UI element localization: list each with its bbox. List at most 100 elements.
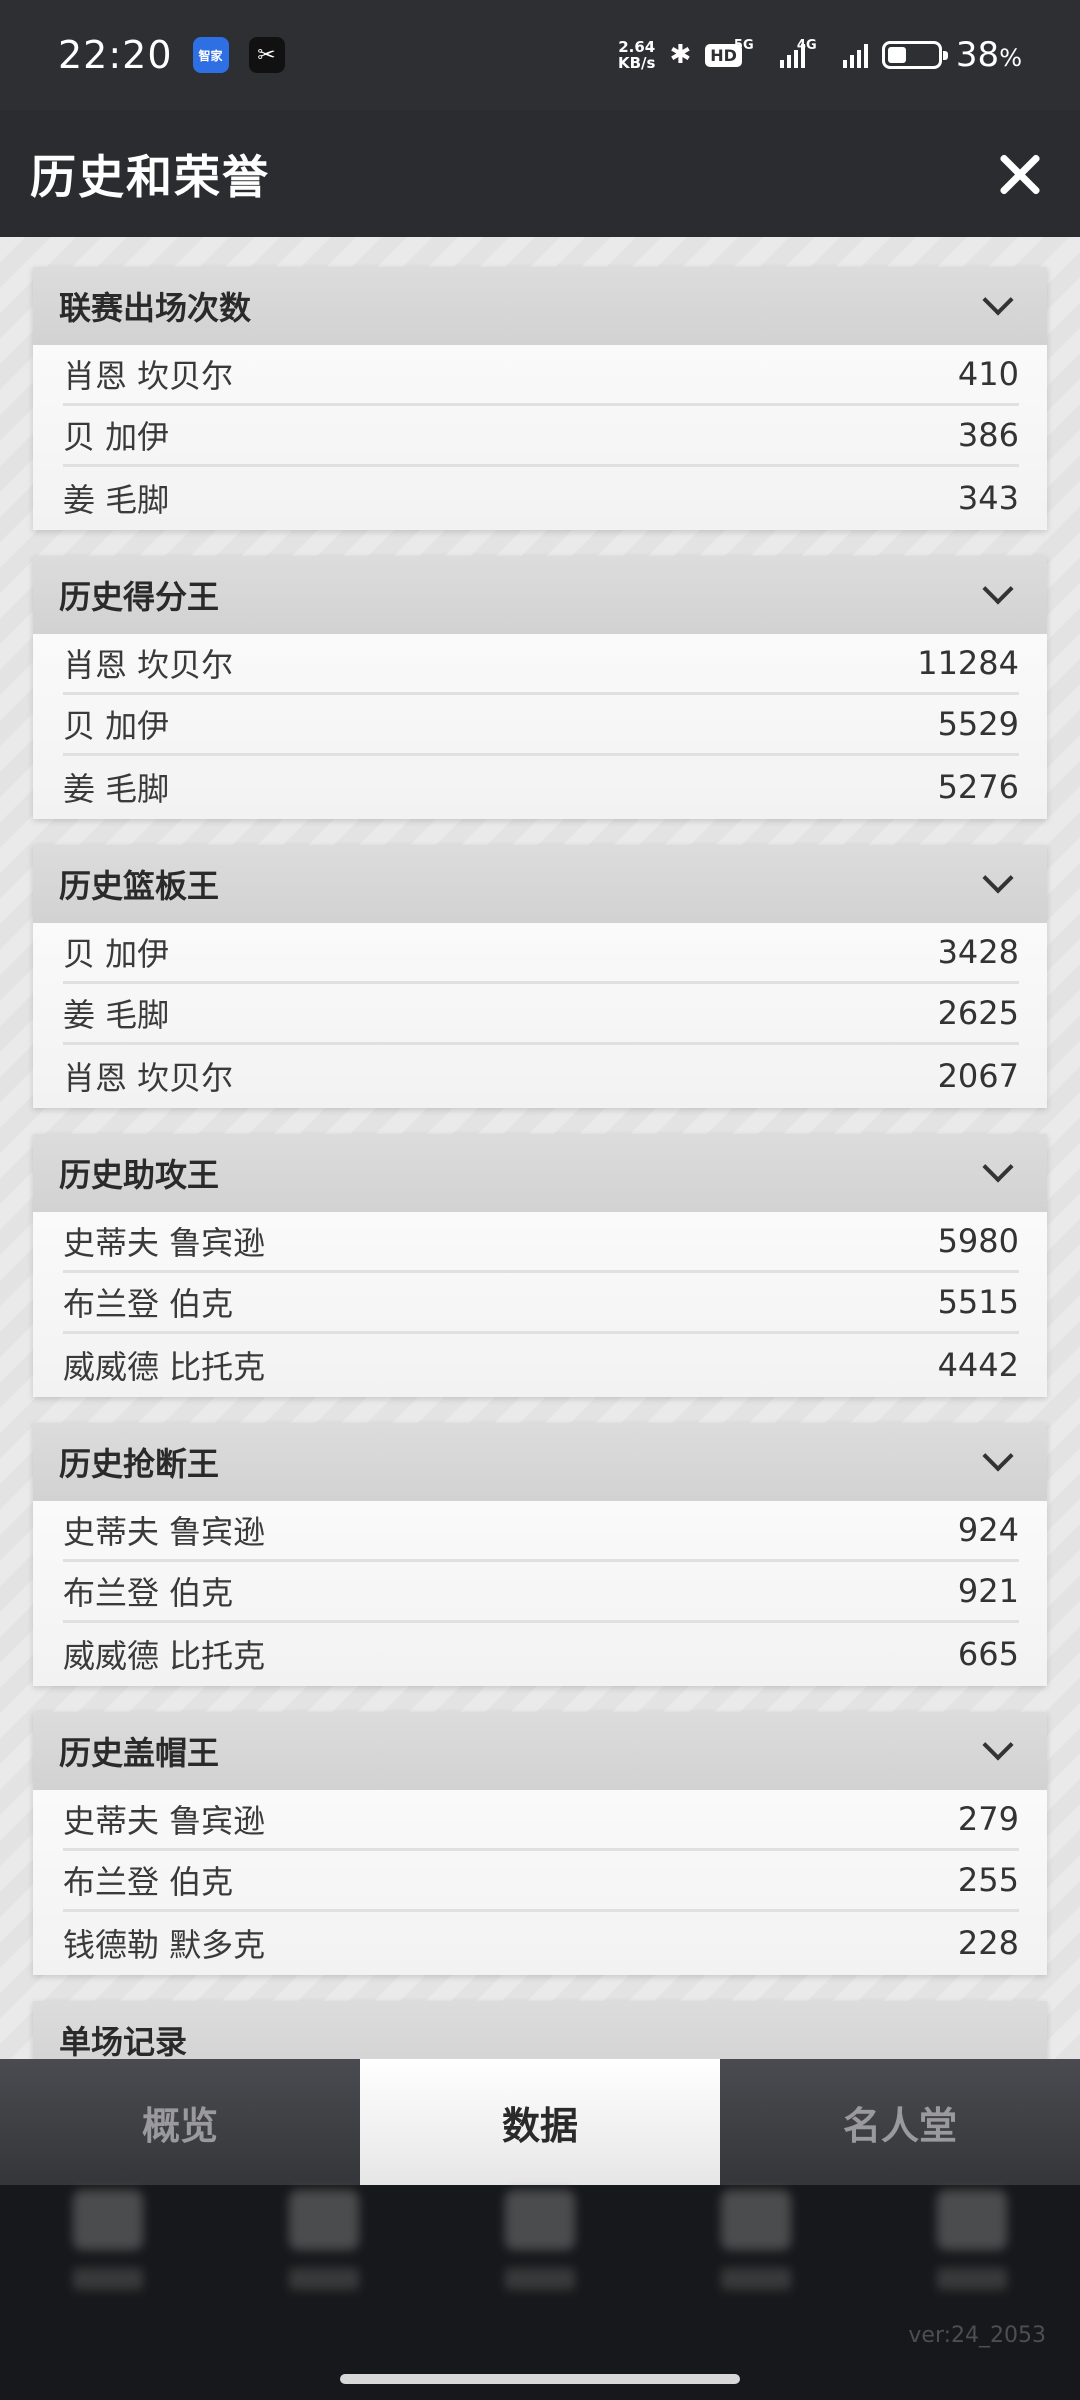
player-name: 贝 加伊 <box>63 935 170 973</box>
stat-value: 279 <box>957 1800 1019 1838</box>
player-name: 威威德 比托克 <box>63 1347 266 1386</box>
chevron-down-icon[interactable] <box>982 1440 1014 1472</box>
page-title: 历史和荣誉 <box>30 149 270 204</box>
list-item: 肖恩 坎贝尔 11284 <box>63 634 1019 695</box>
bottom-tab-bar: 概览 数据 名人堂 <box>0 2059 1080 2185</box>
list-item: 威威德 比托克 665 <box>63 1623 1019 1684</box>
list-item: 钱德勒 默多克 228 <box>63 1912 1019 1973</box>
player-name: 贝 加伊 <box>63 418 170 456</box>
record-section: 历史得分王 肖恩 坎贝尔 11284 贝 加伊 5529 姜 毛脚 5276 <box>33 556 1047 819</box>
signal-4g-icon: 4G <box>797 38 868 68</box>
record-section: 历史篮板王贝 加伊 3428 姜 毛脚 2625 肖恩 坎贝尔 2067 <box>33 845 1047 1108</box>
list-item: 威威德 比托克 4442 <box>63 1334 1019 1395</box>
stat-value: 343 <box>957 478 1019 517</box>
page-header: 历史和荣誉 <box>0 110 1080 237</box>
section-title: 历史得分王 <box>59 578 220 616</box>
stat-value: 4442 <box>937 1345 1019 1384</box>
stat-value: 386 <box>957 416 1019 454</box>
list-item: 史蒂夫 鲁宾逊 279 <box>63 1790 1019 1851</box>
blurred-nav-item <box>937 2190 1007 2290</box>
version-label: ver:24_2053 <box>908 2323 1046 2348</box>
signal-5g-label: 5G <box>733 38 754 53</box>
section-header[interactable]: 历史抢断王 <box>33 1423 1047 1501</box>
stat-value: 921 <box>957 1572 1019 1610</box>
player-name: 肖恩 坎贝尔 <box>63 357 234 395</box>
list-item: 史蒂夫 鲁宾逊 5980 <box>63 1212 1019 1273</box>
list-item: 布兰登 伯克 255 <box>63 1851 1019 1912</box>
list-item: 布兰登 伯克 5515 <box>63 1273 1019 1334</box>
player-name: 姜 毛脚 <box>63 996 170 1034</box>
chevron-down-icon[interactable] <box>982 862 1014 894</box>
section-rows: 肖恩 坎贝尔 11284 贝 加伊 5529 姜 毛脚 5276 <box>33 634 1047 819</box>
section-title: 单场记录 <box>59 2023 188 2059</box>
stat-value: 3428 <box>937 933 1019 971</box>
scissors-app-icon: ✂ <box>248 37 285 73</box>
blurred-nav-item <box>721 2190 791 2290</box>
home-indicator[interactable] <box>340 2374 740 2384</box>
status-bar: 22:20 智家 ✂ 2.64 KB/s ✱ HD 5G 4G 38% <box>0 0 1080 110</box>
battery-icon <box>881 41 948 69</box>
chevron-down-icon[interactable] <box>982 573 1014 605</box>
battery-fill <box>887 47 907 63</box>
stat-value: 2625 <box>937 994 1019 1032</box>
stat-value: 5529 <box>937 705 1019 743</box>
section-title: 历史助攻王 <box>59 1156 220 1194</box>
section-rows: 史蒂夫 鲁宾逊 5980 布兰登 伯克 5515 威威德 比托克 4442 <box>33 1212 1047 1397</box>
smart-home-app-icon: 智家 <box>192 37 229 73</box>
game-nav-area: ver:24_2053 <box>0 2185 1080 2400</box>
battery-percent: 38% <box>956 35 1022 75</box>
section-title: 历史抢断王 <box>59 1445 220 1483</box>
status-time: 22:20 <box>58 33 173 77</box>
record-section: 历史抢断王史蒂夫 鲁宾逊 924 布兰登 伯克 921 威威德 比托克 665 <box>33 1423 1047 1686</box>
list-item: 史蒂夫 鲁宾逊 924 <box>63 1501 1019 1562</box>
player-name: 史蒂夫 鲁宾逊 <box>63 1513 266 1551</box>
player-name: 钱德勒 默多克 <box>63 1925 266 1964</box>
stat-value: 5980 <box>937 1222 1019 1260</box>
chevron-down-icon[interactable] <box>982 1729 1014 1761</box>
player-name: 布兰登 伯克 <box>63 1574 234 1612</box>
chevron-down-icon[interactable] <box>982 1151 1014 1183</box>
stat-value: 665 <box>957 1634 1019 1673</box>
section-header[interactable]: 联赛出场次数 <box>33 267 1047 345</box>
list-item: 贝 加伊 3428 <box>63 923 1019 984</box>
list-item: 布兰登 伯克 921 <box>63 1562 1019 1623</box>
section-header[interactable]: 历史篮板王 <box>33 845 1047 923</box>
blurred-nav-item <box>289 2190 359 2290</box>
record-section: 历史盖帽王史蒂夫 鲁宾逊 279 布兰登 伯克 255 钱德勒 默多克 228 <box>33 1712 1047 1975</box>
player-name: 肖恩 坎贝尔 <box>63 646 234 684</box>
chevron-down-icon[interactable] <box>982 284 1014 316</box>
player-name: 布兰登 伯克 <box>63 1863 234 1901</box>
section-header[interactable]: 历史助攻王 <box>33 1134 1047 1212</box>
list-item: 肖恩 坎贝尔 2067 <box>63 1045 1019 1106</box>
player-name: 姜 毛脚 <box>63 480 170 519</box>
blurred-nav-item <box>505 2190 575 2290</box>
network-speed-unit: KB/s <box>617 54 656 72</box>
list-item: 姜 毛脚 5276 <box>63 756 1019 817</box>
stat-value: 924 <box>957 1511 1019 1549</box>
section-title: 历史篮板王 <box>59 867 220 905</box>
section-rows: 肖恩 坎贝尔 410 贝 加伊 386 姜 毛脚 343 <box>33 345 1047 530</box>
section-rows: 贝 加伊 3428 姜 毛脚 2625 肖恩 坎贝尔 2067 <box>33 923 1047 1108</box>
close-icon[interactable] <box>990 144 1050 204</box>
stat-value: 228 <box>957 1923 1019 1962</box>
record-section: 联赛出场次数肖恩 坎贝尔 410 贝 加伊 386 姜 毛脚 343 <box>33 267 1047 530</box>
list-item: 肖恩 坎贝尔 410 <box>63 345 1019 406</box>
signal-4g-label: 4G <box>796 38 817 53</box>
stat-value: 11284 <box>917 644 1019 682</box>
section-header[interactable]: 历史得分王 <box>33 556 1047 634</box>
stat-value: 255 <box>957 1861 1019 1899</box>
stat-value: 2067 <box>937 1056 1019 1095</box>
section-header[interactable]: 单场记录 <box>33 2001 1047 2059</box>
bluetooth-icon: ✱ <box>669 40 692 70</box>
section-rows: 史蒂夫 鲁宾逊 924 布兰登 伯克 921 威威德 比托克 665 <box>33 1501 1047 1686</box>
player-name: 肖恩 坎贝尔 <box>63 1058 234 1097</box>
battery-percent-unit: % <box>999 44 1022 72</box>
stat-value: 410 <box>957 355 1019 393</box>
section-title: 历史盖帽王 <box>59 1734 220 1772</box>
tab-data[interactable]: 数据 <box>360 2059 720 2185</box>
record-section: 历史助攻王史蒂夫 鲁宾逊 5980 布兰登 伯克 5515 威威德 比托克 4442 <box>33 1134 1047 1397</box>
records-list[interactable]: 联赛出场次数 肖恩 坎贝尔 410 贝 加伊 386 姜 毛脚 343 历史得分王 肖恩 坎贝尔… <box>0 237 1080 2059</box>
tab-hall-of-fame[interactable]: 名人堂 <box>720 2059 1080 2185</box>
section-header[interactable]: 历史盖帽王 <box>33 1712 1047 1790</box>
tab-overview[interactable]: 概览 <box>0 2059 360 2185</box>
